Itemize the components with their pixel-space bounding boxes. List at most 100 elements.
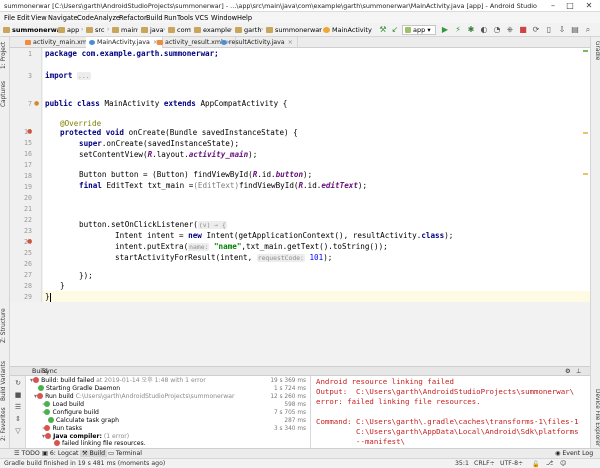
menu-help[interactable]: Help (237, 14, 252, 22)
rerun-icon[interactable]: ↻ (13, 378, 23, 388)
device-icon[interactable]: ▤ (570, 25, 580, 35)
tree-row-build-failed[interactable]: ▾ Build: build failed at 2019-01-14 오후 1:… (30, 377, 206, 385)
apply-changes-icon[interactable]: ⚡ (453, 25, 463, 35)
menu-file[interactable]: File (4, 14, 15, 22)
tab-resultactivity-java[interactable]: resultActivity.java × (218, 37, 298, 48)
build-variants-tool-tab[interactable]: Build Variants (1, 361, 7, 401)
breadcrumb-mainactivity[interactable]: MainActivity (322, 25, 375, 35)
lambda-marker-icon[interactable]: ● (27, 238, 32, 245)
inspector-icon[interactable]: ☺ (560, 460, 566, 467)
search-icon[interactable]: ⌕ (583, 25, 593, 35)
class-icon (89, 40, 95, 45)
structure-tool-tab[interactable]: Z: Structure (1, 308, 7, 343)
event-log-tool-tab[interactable]: ◉ Event Log (555, 450, 593, 457)
class-marker-icon: ● (34, 100, 40, 107)
profile-icon[interactable]: ◔ (492, 25, 502, 35)
navigation-bar: summonerwar › app › src › main › java › … (0, 23, 600, 37)
tree-row[interactable]: Calculate task graph (48, 417, 119, 425)
menu-vcs[interactable]: VCS (195, 14, 208, 22)
title-bar: summonerwar [C:\Users\garth\AndroidStudi… (0, 0, 600, 12)
lock-icon[interactable]: 🔓 (532, 460, 540, 468)
stop-icon[interactable]: ■ (13, 390, 23, 400)
code-editor[interactable]: package com.example.garth.summonerwar; i… (43, 48, 590, 302)
menu-view[interactable]: View (31, 14, 47, 22)
tab-mainactivity-java[interactable]: MainActivity.java × (86, 37, 164, 48)
menu-tools[interactable]: Tools (177, 14, 193, 22)
run-config-select[interactable]: app ▾ (402, 25, 436, 35)
tree-row[interactable]: ▾ Run build C:\Users\garth\AndroidStudioP… (34, 393, 235, 401)
menu-analyze[interactable]: Analyze (94, 14, 120, 22)
warning-stripe[interactable] (583, 132, 588, 134)
logcat-tool-tab[interactable]: ▣ 6: Logcat (42, 450, 79, 457)
sync-icon[interactable]: ⟳ (531, 25, 541, 35)
breadcrumb-app[interactable]: app (57, 25, 82, 35)
tree-row[interactable]: Starting Gradle Daemon (38, 385, 120, 393)
captures-tool-tab[interactable]: Captures (1, 81, 7, 107)
file-encoding[interactable]: UTF-8÷ (500, 460, 523, 467)
close-tab-icon[interactable]: × (288, 39, 293, 46)
project-tool-tab[interactable]: 1: Project (1, 42, 7, 69)
favorites-tool-tab[interactable]: 2: Favorites (1, 407, 7, 441)
attach-debugger-icon[interactable]: ⎈ (505, 25, 515, 35)
build-output[interactable]: Android resource linking failed Output: … (311, 376, 590, 448)
sdk-manager-icon[interactable]: ⇩ (557, 25, 567, 35)
make-arrow-icon[interactable]: ↙ (390, 25, 400, 35)
todo-tool-tab[interactable]: ☰ TODO (14, 450, 40, 457)
line-number-gutter: 1 3 7 ● 14 ● 15 16 17 18 19 20 21 22 23 … (10, 48, 42, 302)
chevron-right-icon: › (189, 26, 192, 33)
menu-run[interactable]: Run (164, 14, 177, 22)
status-bar: Gradle build finished in 19 s 481 ms (mo… (0, 458, 600, 468)
code-line: protected void onCreate(Bundle savedInst… (60, 128, 298, 137)
line-separator[interactable]: CRLF÷ (474, 460, 495, 467)
warning-stripe[interactable] (583, 173, 588, 175)
line-number: 27 (24, 271, 32, 279)
toggle-view-icon[interactable]: ☰ (13, 402, 23, 412)
debug-icon[interactable]: ✱ (466, 25, 476, 35)
breadcrumb-summonerwar-pkg[interactable]: summonerwar (265, 25, 325, 35)
status-message[interactable]: Gradle build finished in 19 s 481 ms (mo… (4, 460, 165, 467)
hammer-icon[interactable]: ⚒ (378, 25, 388, 35)
folded-imports[interactable]: ... (77, 72, 91, 80)
build-tree[interactable]: ▾ Build: build failed at 2019-01-14 오후 1:… (26, 376, 311, 448)
terminal-tool-tab[interactable]: ▭ Terminal (108, 450, 142, 457)
menu-build[interactable]: Build (146, 14, 163, 22)
menu-code[interactable]: Code (77, 14, 94, 22)
menu-navigate[interactable]: Navigate (48, 14, 78, 22)
stop-icon[interactable]: ■ (518, 25, 528, 35)
breadcrumb-example[interactable]: example (193, 25, 234, 35)
tree-row[interactable]: › Load build (42, 401, 84, 409)
close-icon[interactable]: ✕ (582, 1, 596, 11)
tree-row[interactable]: › Configure build (42, 409, 99, 417)
run-icon[interactable]: ▶ (440, 25, 450, 35)
tree-time: 12 s 260 ms (270, 394, 306, 400)
device-file-explorer-tool-tab[interactable]: Device File Explorer (594, 389, 600, 446)
minimize-panel-icon[interactable]: ⊥ (576, 368, 582, 375)
gradle-tool-tab[interactable]: Gradle (594, 41, 600, 60)
breadcrumb-src[interactable]: src (85, 25, 108, 35)
override-marker-icon[interactable]: ● (27, 128, 32, 135)
avd-manager-icon[interactable]: ▯ (544, 25, 554, 35)
git-icon[interactable]: ⎇ (546, 460, 553, 467)
coverage-icon[interactable]: ◐ (479, 25, 489, 35)
sync-panel-tab[interactable]: Sync (42, 368, 57, 375)
tree-row-error-detail[interactable]: failed linking file resources. (54, 440, 146, 448)
inspection-ok-icon[interactable] (583, 50, 588, 52)
menu-edit[interactable]: Edit (17, 14, 30, 22)
line-number: 20 (24, 194, 32, 202)
tree-row[interactable]: › Run tasks (42, 425, 82, 433)
build-tool-tab[interactable]: ⚒ Build (80, 450, 108, 457)
menu-refactor[interactable]: Refactor (119, 14, 147, 22)
text-caret (49, 292, 51, 302)
expand-all-icon[interactable]: ⇕ (13, 414, 23, 424)
breadcrumb-garth[interactable]: garth (234, 25, 264, 35)
menu-bar: File Edit View Navigate Code Analyze Ref… (0, 12, 600, 23)
maximize-icon[interactable]: □ (563, 1, 577, 11)
filter-icon[interactable]: ▽ (13, 426, 23, 436)
line-number: 18 (24, 172, 32, 180)
settings-icon[interactable]: ⚙ (565, 368, 571, 375)
code-line: Button button = (Button) findViewById(R.… (79, 170, 313, 179)
caret-position[interactable]: 35:1 (455, 460, 469, 467)
menu-window[interactable]: Window (211, 14, 237, 22)
class-icon (221, 40, 227, 45)
minimize-icon[interactable]: – (546, 1, 560, 11)
